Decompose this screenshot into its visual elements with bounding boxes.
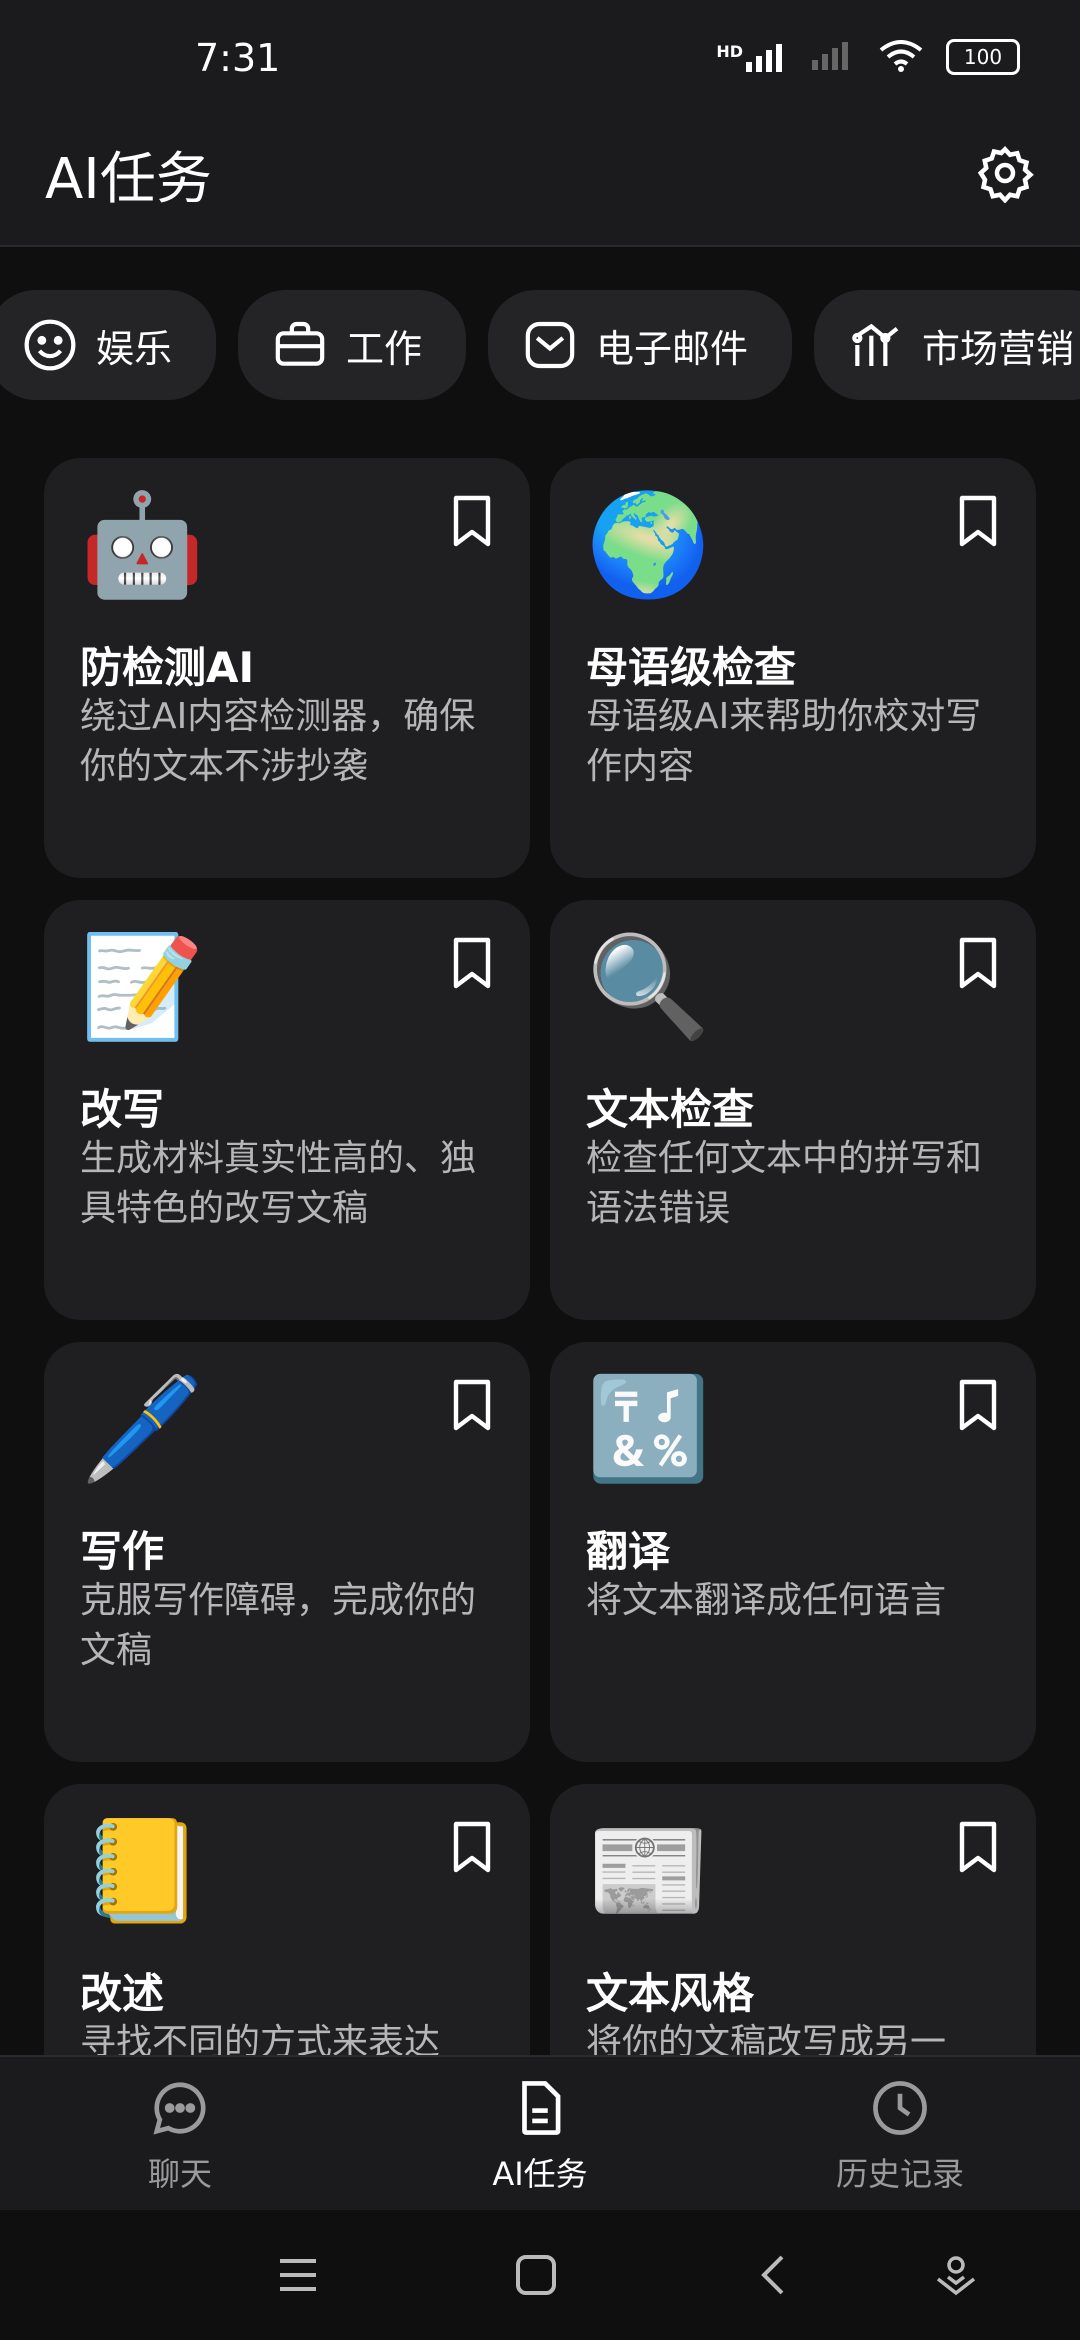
magnifier-icon: 🔍: [586, 928, 711, 1045]
status-bar: 7:31 HD 100: [0, 0, 1080, 120]
globe-icon: 🌍: [586, 486, 711, 603]
smile-icon: [24, 319, 76, 371]
task-title: 文本检查: [586, 1085, 755, 1134]
chip-marketing[interactable]: 市场营销: [814, 290, 1080, 400]
signal-weak-icon: [812, 40, 856, 74]
bookmark-icon[interactable]: [956, 1820, 1000, 1874]
newspaper-icon: 📰: [586, 1812, 711, 1929]
nav-ai-tasks[interactable]: AI任务: [430, 2077, 650, 2195]
bookmark-icon[interactable]: [956, 936, 1000, 990]
task-title: 写作: [80, 1527, 165, 1576]
memo-icon: 📝: [80, 928, 205, 1045]
gear-icon: [977, 145, 1034, 203]
chip-label: 娱乐: [96, 326, 173, 371]
chip-work[interactable]: 工作: [238, 290, 467, 400]
task-title: 翻译: [586, 1527, 671, 1576]
category-chips: 娱乐 工作 电子邮件 市场营销: [0, 290, 1080, 400]
square-icon: [516, 2255, 556, 2295]
task-title: 文本风格: [586, 1969, 755, 2018]
clock-icon: [873, 2081, 927, 2135]
bookmark-icon[interactable]: [450, 494, 494, 548]
symbols-icon: 🔣: [586, 1370, 711, 1487]
status-icons: HD 100: [716, 38, 1020, 76]
signal-icon: HD: [716, 42, 790, 72]
document-icon: [522, 2081, 561, 2135]
task-title: 母语级检查: [586, 643, 797, 692]
menu-icon: [280, 2259, 316, 2291]
task-grid: 🤖 防检测AI 绕过AI内容检测器，确保你的文本不涉抄袭 🌍 母语级检查 母语级…: [44, 458, 1036, 2204]
task-description: 检查任何文本中的拼写和语法错误: [586, 1138, 983, 1229]
task-card[interactable]: 🔣 翻译 将文本翻译成任何语言: [550, 1342, 1036, 1762]
task-card[interactable]: 🌍 母语级检查 母语级AI来帮助你校对写作内容: [550, 458, 1036, 878]
nav-label: AI任务: [492, 2155, 588, 2193]
bookmark-icon[interactable]: [450, 936, 494, 990]
battery-icon: 100: [946, 39, 1020, 75]
nav-label: 聊天: [147, 2155, 212, 2193]
settings-button[interactable]: [970, 138, 1040, 208]
system-nav-bar: [0, 2210, 1080, 2340]
bookmark-icon[interactable]: [956, 1378, 1000, 1432]
nav-history[interactable]: 历史记录: [790, 2077, 1010, 2195]
task-title: 改述: [80, 1969, 165, 2018]
task-card[interactable]: 📝 改写 生成材料真实性高的、独具特色的改写文稿: [44, 900, 530, 1320]
nav-label: 历史记录: [835, 2155, 964, 2193]
briefcase-icon: [275, 321, 325, 366]
chip-label: 工作: [346, 326, 423, 371]
chip-label: 电子邮件: [596, 326, 749, 371]
menu-button[interactable]: [268, 2250, 328, 2300]
chip-email[interactable]: 电子邮件: [488, 290, 793, 400]
assistant-button[interactable]: [926, 2250, 986, 2300]
status-time: 7:31: [195, 36, 281, 80]
marketing-icon: [852, 323, 899, 366]
network-type-label: HD: [716, 42, 743, 61]
task-card[interactable]: 🔍 文本检查 检查任何文本中的拼写和语法错误: [550, 900, 1036, 1320]
bottom-nav: 聊天 AI任务 历史记录: [0, 2055, 1080, 2212]
home-button[interactable]: [506, 2250, 566, 2300]
task-description: 母语级AI来帮助你校对写作内容: [586, 696, 982, 787]
task-title: 改写: [80, 1085, 165, 1134]
task-description: 生成材料真实性高的、独具特色的改写文稿: [80, 1138, 477, 1229]
chip-entertainment[interactable]: 娱乐: [0, 290, 217, 400]
chat-icon: [153, 2082, 206, 2135]
task-description: 将文本翻译成任何语言: [586, 1580, 947, 1621]
robot-icon: 🤖: [80, 486, 205, 603]
task-card[interactable]: 🖊️ 写作 克服写作障碍，完成你的文稿: [44, 1342, 530, 1762]
mail-icon: [525, 321, 575, 369]
back-button[interactable]: [744, 2250, 804, 2300]
notebook-icon: 📒: [80, 1812, 205, 1929]
app-bar: AI任务: [0, 120, 1080, 247]
chip-label: 市场营销: [922, 326, 1075, 371]
bookmark-icon[interactable]: [450, 1378, 494, 1432]
battery-level: 100: [963, 45, 1003, 69]
back-arrow-icon: [761, 2255, 784, 2295]
wifi-icon: [878, 38, 924, 76]
task-card[interactable]: 🤖 防检测AI 绕过AI内容检测器，确保你的文本不涉抄袭: [44, 458, 530, 878]
task-description: 绕过AI内容检测器，确保你的文本不涉抄袭: [80, 696, 476, 787]
bookmark-icon[interactable]: [450, 1820, 494, 1874]
pen-icon: 🖊️: [80, 1370, 205, 1487]
task-description: 克服写作障碍，完成你的文稿: [80, 1580, 477, 1671]
task-title: 防检测AI: [80, 643, 255, 692]
page-title: AI任务: [45, 147, 212, 212]
assistant-icon: [936, 2256, 976, 2296]
bookmark-icon[interactable]: [956, 494, 1000, 548]
nav-chat[interactable]: 聊天: [70, 2077, 290, 2195]
